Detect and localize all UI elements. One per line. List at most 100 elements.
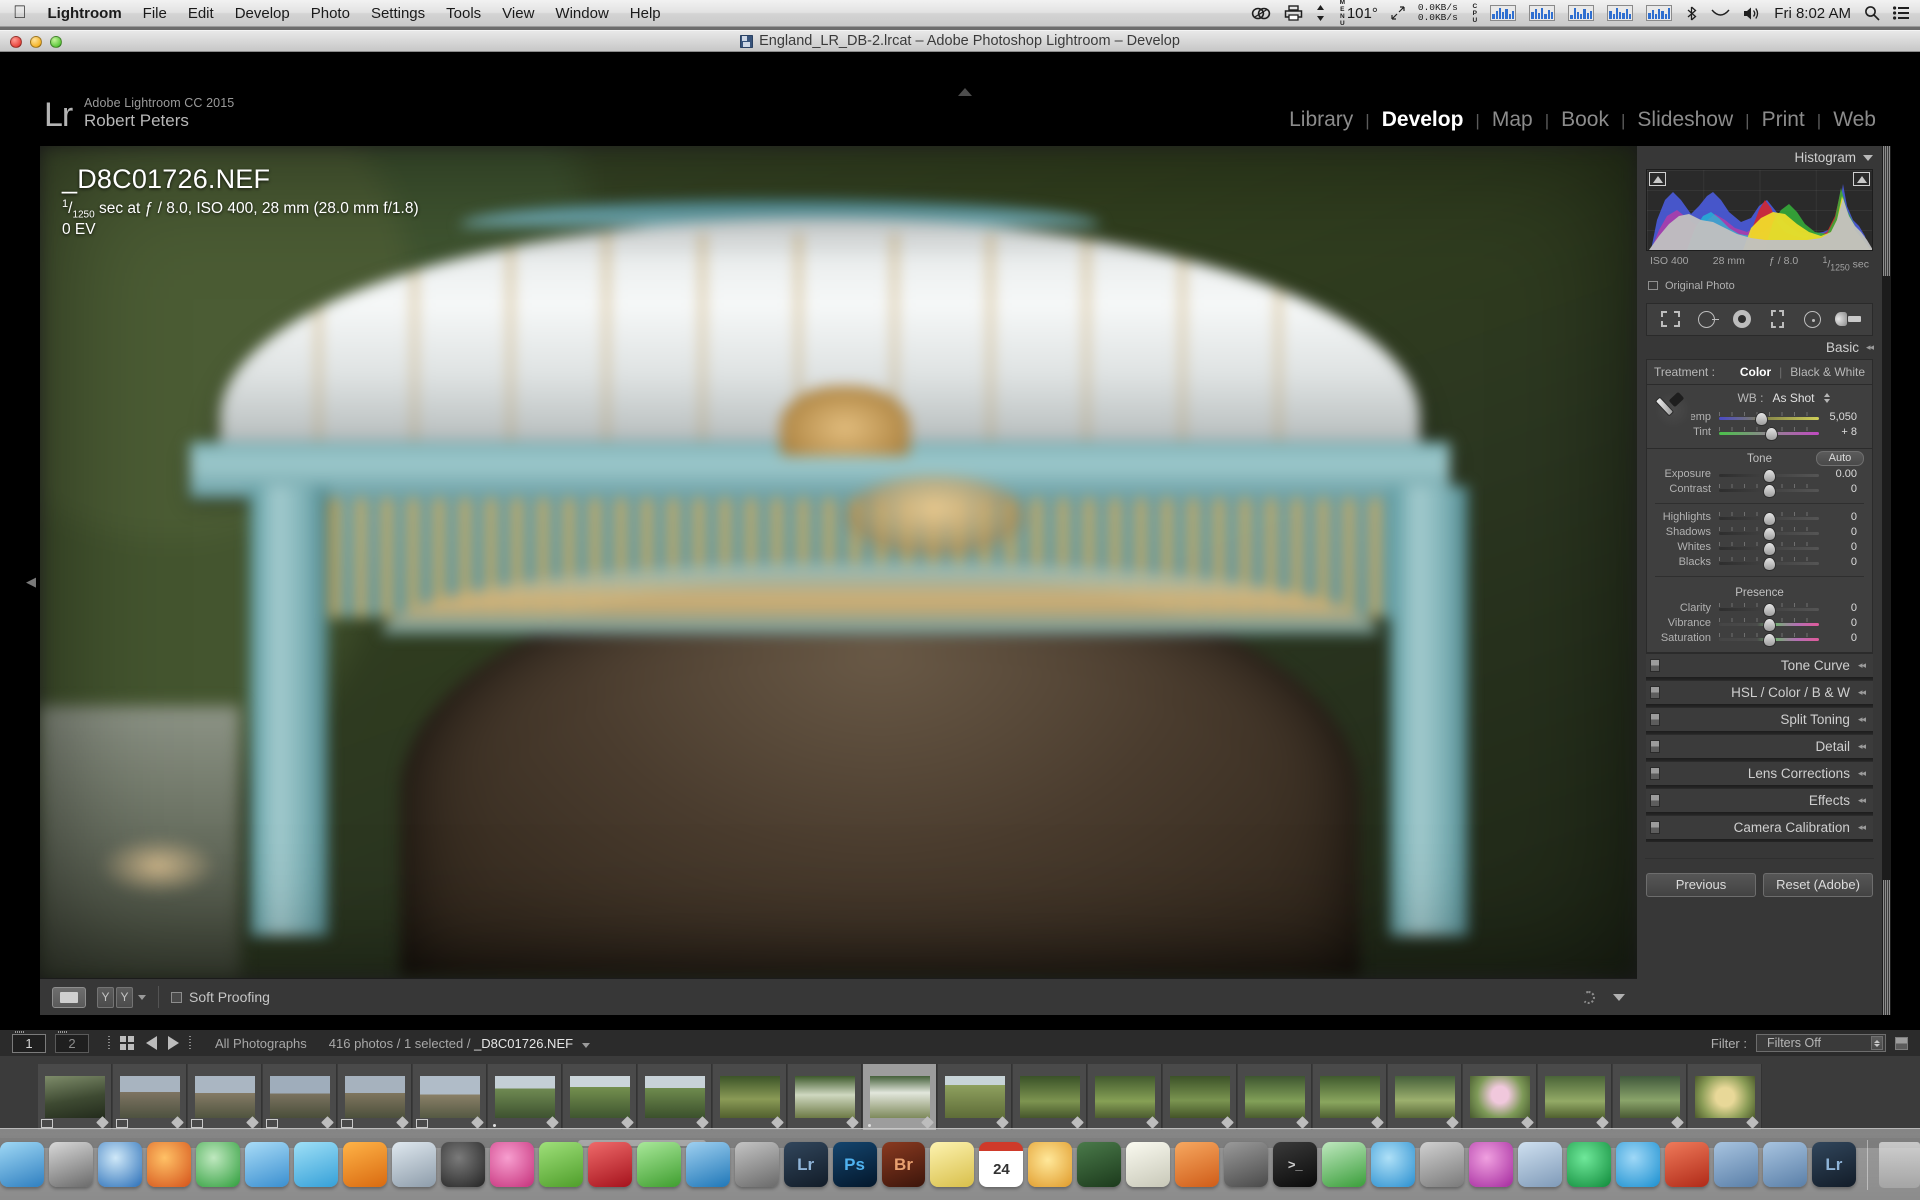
slider-value-saturation[interactable]: 0 — [1819, 632, 1863, 644]
panel-effects[interactable]: Effects ◂◂ — [1646, 788, 1873, 812]
histogram-graph[interactable] — [1646, 169, 1873, 251]
slider-track-exposure[interactable] — [1719, 469, 1819, 480]
calculator-icon[interactable] — [1224, 1142, 1268, 1187]
list-item[interactable] — [938, 1064, 1012, 1130]
wb-value[interactable]: As Shot — [1772, 391, 1814, 405]
slider-track-vibrance[interactable] — [1719, 618, 1819, 629]
module-develop[interactable]: Develop — [1370, 108, 1476, 132]
list-item[interactable] — [38, 1064, 112, 1130]
spot-removal-tool-icon[interactable] — [1694, 308, 1719, 330]
slider-knob-temp[interactable] — [1756, 413, 1767, 425]
image-stage[interactable]: _D8C01726.NEF 1/1250 sec at ƒ / 8.0, ISO… — [40, 146, 1637, 978]
trash-icon[interactable] — [1879, 1142, 1920, 1188]
panel-switch-icon[interactable]: ◂◂ — [1858, 822, 1865, 833]
list-item[interactable] — [338, 1064, 412, 1130]
left-panel-toggle[interactable]: ◀ — [26, 575, 36, 588]
slider-value-vibrance[interactable]: 0 — [1819, 617, 1863, 629]
slider-row-contrast[interactable]: Contrast 0 — [1647, 482, 1872, 497]
panel-switch-icon[interactable]: ◂◂ — [1866, 342, 1873, 353]
list-item[interactable] — [263, 1064, 337, 1130]
slider-row-vibrance[interactable]: Vibrance 0 — [1647, 616, 1872, 631]
panel-switch-lens[interactable] — [1650, 767, 1660, 780]
module-library[interactable]: Library — [1277, 108, 1365, 132]
photos-icon[interactable] — [1028, 1142, 1072, 1187]
menu-item-help[interactable]: Help — [630, 5, 661, 22]
cpu-graph-1[interactable] — [1490, 5, 1516, 21]
cpu-graph-5[interactable] — [1646, 5, 1672, 21]
airport-utility-icon[interactable] — [1518, 1142, 1562, 1187]
finder-icon[interactable] — [0, 1142, 44, 1187]
list-item[interactable] — [563, 1064, 637, 1130]
office-icon[interactable] — [1665, 1142, 1709, 1187]
menu-item-view[interactable]: View — [502, 5, 534, 22]
panel-tone-curve[interactable]: Tone Curve ◂◂ — [1646, 653, 1873, 677]
menu-item-edit[interactable]: Edit — [188, 5, 214, 22]
right-panel-scrollbar[interactable] — [1882, 146, 1891, 1015]
temperature-indicator[interactable]: MENU 101° — [1338, 0, 1378, 27]
system-preferences-icon[interactable] — [1420, 1142, 1464, 1187]
menu-item-window[interactable]: Window — [555, 5, 608, 22]
slider-row-exposure[interactable]: Exposure 0.00 — [1647, 467, 1872, 482]
creative-cloud-icon[interactable] — [1251, 6, 1271, 21]
histogram-header[interactable]: Histogram — [1637, 146, 1882, 169]
slider-value-highlights[interactable]: 0 — [1819, 511, 1863, 523]
slider-track-temp[interactable] — [1719, 412, 1819, 423]
filmstrip[interactable] — [0, 1056, 1920, 1138]
panel-switch-effects[interactable] — [1650, 794, 1660, 807]
evernote-icon[interactable] — [539, 1142, 583, 1187]
reset-button[interactable]: Reset (Adobe) — [1763, 873, 1873, 897]
list-item[interactable] — [1163, 1064, 1237, 1130]
module-slideshow[interactable]: Slideshow — [1625, 108, 1745, 132]
white-balance-selector-icon[interactable] — [1655, 392, 1691, 428]
cpu-graph-2[interactable] — [1529, 5, 1555, 21]
panel-switch-icon[interactable]: ◂◂ — [1858, 714, 1865, 725]
preview-icon[interactable] — [392, 1142, 436, 1187]
graduated-filter-tool-icon[interactable] — [1765, 308, 1790, 330]
slider-value-whites[interactable]: 0 — [1819, 541, 1863, 553]
mail-icon[interactable] — [245, 1142, 289, 1187]
slider-row-shadows[interactable]: Shadows 0 — [1647, 525, 1872, 540]
list-item[interactable] — [1538, 1064, 1612, 1130]
module-map[interactable]: Map — [1480, 108, 1545, 132]
original-photo-checkbox[interactable] — [1648, 281, 1658, 290]
highlight-clipping-indicator[interactable] — [1853, 172, 1870, 186]
basic-panel-header[interactable]: Basic ◂◂ — [1637, 336, 1882, 359]
module-book[interactable]: Book — [1549, 108, 1621, 132]
slider-knob-contrast[interactable] — [1764, 485, 1775, 497]
menu-item-file[interactable]: File — [143, 5, 167, 22]
photoshop-icon[interactable]: Ps — [833, 1142, 877, 1187]
slider-knob-saturation[interactable] — [1764, 634, 1775, 646]
activity-monitor-icon[interactable] — [1322, 1142, 1366, 1187]
pages-icon[interactable] — [1175, 1142, 1219, 1187]
panel-switch-icon[interactable]: ◂◂ — [1858, 660, 1865, 671]
panel-switch-icon[interactable]: ◂◂ — [1858, 795, 1865, 806]
caret-down-icon[interactable] — [582, 1043, 590, 1048]
quicktime-icon[interactable] — [441, 1142, 485, 1187]
vlc-icon[interactable] — [343, 1142, 387, 1187]
minimize-button[interactable] — [30, 36, 42, 48]
grid-view-icon[interactable] — [120, 1036, 134, 1050]
skype-icon[interactable] — [1616, 1142, 1660, 1187]
terminal-icon[interactable]: >_ — [1273, 1142, 1317, 1187]
screen-2-button[interactable]: 2 — [55, 1034, 89, 1053]
filmstrip-current-file[interactable]: _D8C01726.NEF — [474, 1036, 573, 1051]
list-item[interactable] — [1688, 1064, 1762, 1130]
slider-knob-shadows[interactable] — [1764, 528, 1775, 540]
list-item[interactable] — [188, 1064, 262, 1130]
auto-tone-button[interactable]: Auto — [1816, 451, 1864, 466]
menu-clock[interactable]: Fri 8:02 AM — [1774, 5, 1851, 22]
downloads-folder-icon[interactable] — [1714, 1142, 1758, 1187]
arrow-left-icon[interactable] — [146, 1036, 157, 1050]
slider-track-saturation[interactable] — [1719, 633, 1819, 644]
slider-track-highlights[interactable] — [1719, 512, 1819, 523]
spotify-icon[interactable] — [1567, 1142, 1611, 1187]
compare-view-buttons[interactable]: Y Y — [97, 987, 133, 1008]
printer-icon[interactable] — [1284, 5, 1303, 21]
slider-value-clarity[interactable]: 0 — [1819, 602, 1863, 614]
firefox-icon[interactable] — [147, 1142, 191, 1187]
list-item[interactable] — [1238, 1064, 1312, 1130]
list-item[interactable] — [1088, 1064, 1162, 1130]
soft-proofing-checkbox[interactable] — [171, 992, 182, 1003]
arrow-right-icon[interactable] — [168, 1036, 179, 1050]
keynote-icon[interactable] — [686, 1142, 730, 1187]
